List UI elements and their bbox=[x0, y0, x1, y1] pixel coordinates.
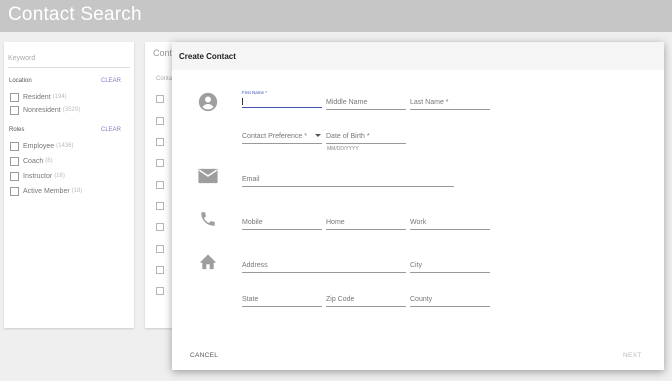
row-checkbox[interactable] bbox=[156, 202, 164, 210]
person-icon bbox=[198, 92, 218, 112]
last-name-field[interactable]: Last Name * bbox=[410, 92, 490, 110]
app-header: Contact Search bbox=[0, 0, 672, 32]
app-title: Contact Search bbox=[8, 4, 142, 25]
row-checkbox[interactable] bbox=[156, 117, 164, 125]
role-option-employee[interactable]: Employee (1436) bbox=[10, 141, 73, 151]
email-field[interactable]: Email bbox=[242, 169, 454, 187]
first-name-field[interactable]: First Name * bbox=[242, 90, 322, 108]
text-cursor bbox=[242, 98, 243, 105]
row-checkbox[interactable] bbox=[156, 181, 164, 189]
row-checkbox[interactable] bbox=[156, 138, 164, 146]
checkbox[interactable] bbox=[10, 156, 19, 166]
role-option-active-member[interactable]: Active Member (18) bbox=[10, 186, 82, 196]
location-option-nonresident[interactable]: Nonresident (3529) bbox=[10, 105, 80, 115]
home-phone-field[interactable]: Home bbox=[326, 212, 406, 230]
results-title: Cont bbox=[153, 48, 173, 58]
location-clear-button[interactable]: CLEAR bbox=[101, 78, 121, 84]
cancel-button[interactable]: CANCEL bbox=[190, 352, 218, 359]
home-icon bbox=[199, 254, 217, 270]
checkbox[interactable] bbox=[10, 171, 19, 181]
row-checkbox[interactable] bbox=[156, 223, 164, 231]
checkbox[interactable] bbox=[10, 141, 19, 151]
mobile-field[interactable]: Mobile bbox=[242, 212, 322, 230]
row-checkbox[interactable] bbox=[156, 159, 164, 167]
role-option-instructor[interactable]: Instructor (16) bbox=[10, 171, 65, 181]
checkbox[interactable] bbox=[10, 92, 19, 102]
create-contact-dialog: Create Contact First Name * Middle Name … bbox=[172, 42, 664, 370]
email-icon bbox=[198, 168, 218, 184]
city-field[interactable]: City bbox=[410, 255, 490, 273]
middle-name-field[interactable]: Middle Name bbox=[326, 92, 406, 110]
chevron-down-icon bbox=[315, 134, 321, 137]
phone-icon bbox=[201, 212, 215, 226]
results-column-header: Conta bbox=[156, 76, 173, 82]
row-checkbox[interactable] bbox=[156, 287, 164, 295]
dob-format-hint: MM/DD/YYYY bbox=[327, 146, 359, 152]
location-option-resident[interactable]: Resident (194) bbox=[10, 92, 67, 102]
dialog-title: Create Contact bbox=[179, 52, 236, 61]
row-checkbox[interactable] bbox=[156, 266, 164, 274]
work-phone-field[interactable]: Work bbox=[410, 212, 490, 230]
contact-preference-select[interactable]: Contact Preference * bbox=[242, 126, 322, 144]
roles-title: Roles bbox=[9, 127, 25, 133]
checkbox[interactable] bbox=[10, 186, 19, 196]
state-field[interactable]: State bbox=[242, 289, 322, 307]
county-field[interactable]: County bbox=[410, 289, 490, 307]
next-button[interactable]: NEXT bbox=[623, 352, 642, 359]
row-checkbox[interactable] bbox=[156, 245, 164, 253]
filter-panel: Keyword Location CLEAR Resident (194) No… bbox=[4, 42, 134, 328]
zip-code-field[interactable]: Zip Code bbox=[326, 289, 406, 307]
date-of-birth-field[interactable]: Date of Birth * bbox=[326, 126, 406, 144]
roles-clear-button[interactable]: CLEAR bbox=[101, 127, 121, 133]
location-title: Location bbox=[9, 78, 32, 84]
row-checkbox[interactable] bbox=[156, 95, 164, 103]
checkbox[interactable] bbox=[10, 105, 19, 115]
role-option-coach[interactable]: Coach (8) bbox=[10, 156, 53, 166]
keyword-input[interactable]: Keyword bbox=[8, 52, 130, 68]
dialog-header: Create Contact bbox=[172, 42, 664, 70]
address-field[interactable]: Address bbox=[242, 255, 406, 273]
